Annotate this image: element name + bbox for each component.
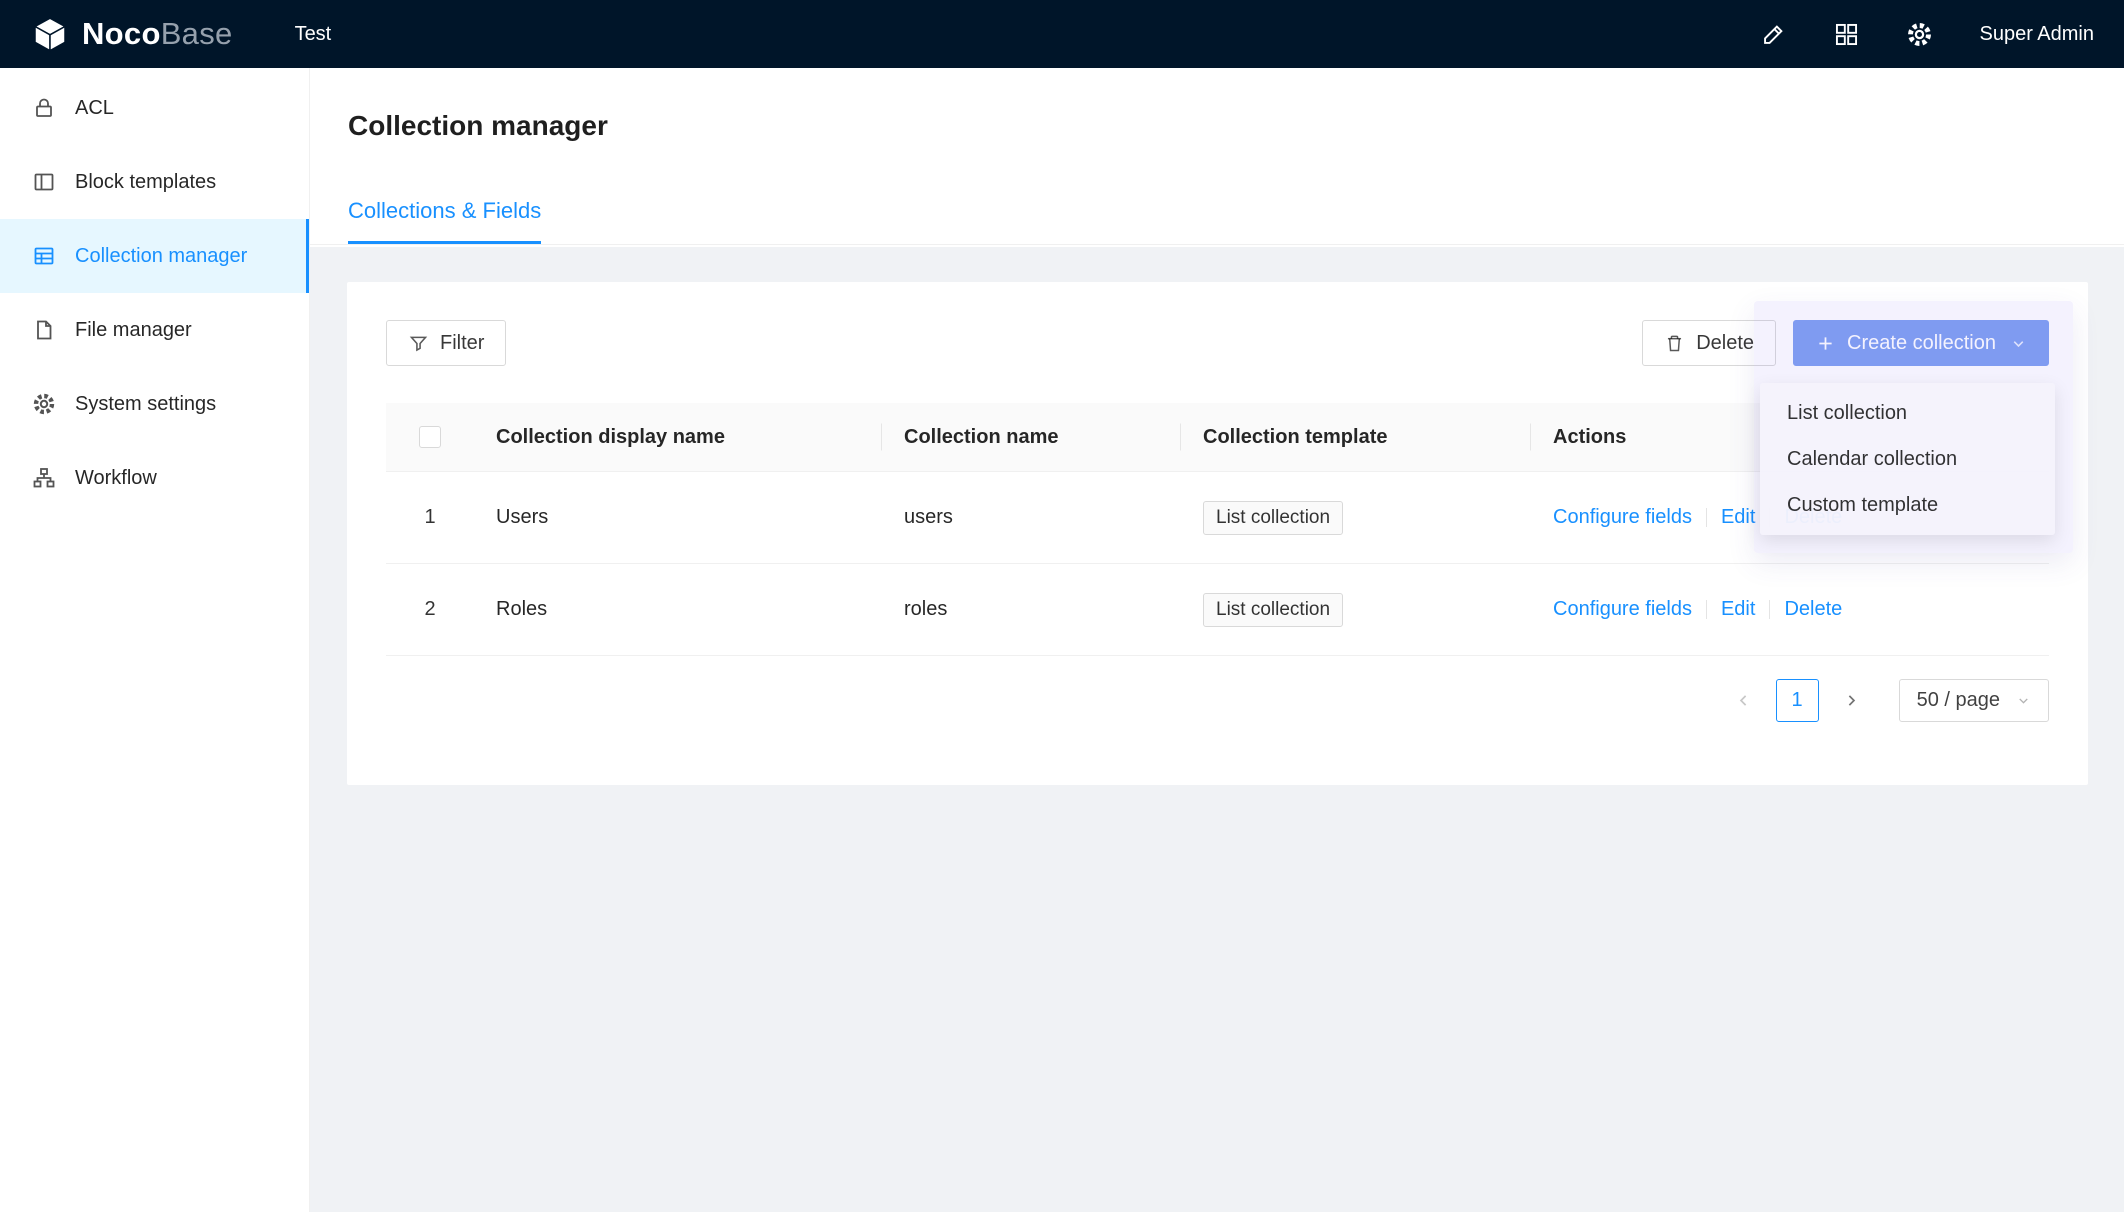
row-index: 2 <box>424 598 435 621</box>
toolbar-right: Delete Create collection <box>1642 320 2049 366</box>
sidebar-item-label: File manager <box>75 319 192 342</box>
edit-link[interactable]: Edit <box>1721 598 1755 621</box>
delete-button-label: Delete <box>1696 332 1754 355</box>
table-icon <box>32 244 56 268</box>
template-tag: List collection <box>1203 501 1343 535</box>
grid-icon[interactable] <box>1833 21 1860 48</box>
delete-link[interactable]: Delete <box>1784 598 1842 621</box>
menu-item-custom-template[interactable]: Custom template <box>1760 482 2055 528</box>
sidebar-item-acl[interactable]: ACL <box>0 71 309 145</box>
page-header: Collection manager <box>310 68 2124 142</box>
create-collection-button[interactable]: Create collection <box>1793 320 2049 366</box>
card-toolbar: Filter Delete <box>386 320 2049 366</box>
main-area: Collection manager Collections & Fields … <box>310 68 2124 1212</box>
delete-button[interactable]: Delete <box>1642 320 1776 366</box>
tab-bar: Collections & Fields <box>310 198 2124 245</box>
configure-fields-link[interactable]: Configure fields <box>1553 598 1692 621</box>
page-title: Collection manager <box>348 110 2086 142</box>
sidebar-item-system-settings[interactable]: System settings <box>0 367 309 441</box>
cell-name: roles <box>882 564 1181 655</box>
column-header-display-name: Collection display name <box>474 403 882 471</box>
cell-actions: Configure fields Edit Delete <box>1531 564 2049 655</box>
create-collection-label: Create collection <box>1847 332 1996 355</box>
row-index: 1 <box>424 506 435 529</box>
header-menu-test[interactable]: Test <box>295 23 332 46</box>
chevron-down-icon <box>2016 693 2031 708</box>
sidebar-item-block-templates[interactable]: Block templates <box>0 145 309 219</box>
trash-icon <box>1664 333 1685 354</box>
app-header: NocoBase Test Super Admin <box>0 0 2124 68</box>
create-collection-dropdown: List collection Calendar collection Cust… <box>1760 383 2055 535</box>
brand-name: NocoBase <box>82 16 233 52</box>
pagination-prev-button[interactable] <box>1722 679 1765 722</box>
page-size-value: 50 / page <box>1917 689 2000 712</box>
app-logo[interactable]: NocoBase <box>30 14 233 54</box>
page-size-select[interactable]: 50 / page <box>1899 679 2049 722</box>
sidebar-item-label: Collection manager <box>75 245 247 268</box>
plus-icon <box>1815 333 1836 354</box>
sidebar-item-label: Workflow <box>75 467 157 490</box>
sidebar-item-label: ACL <box>75 97 114 120</box>
column-header-name: Collection name <box>882 403 1181 471</box>
row-select-cell: 2 <box>386 564 474 655</box>
action-divider <box>1769 600 1770 619</box>
configure-fields-link[interactable]: Configure fields <box>1553 506 1692 529</box>
cell-template: List collection <box>1181 472 1531 563</box>
edit-link[interactable]: Edit <box>1721 506 1755 529</box>
header-right-tools: Super Admin <box>1760 21 2094 48</box>
template-tag: List collection <box>1203 593 1343 627</box>
sidebar-item-file-manager[interactable]: File manager <box>0 293 309 367</box>
action-divider <box>1706 600 1707 619</box>
sidebar-item-collection-manager[interactable]: Collection manager <box>0 219 309 293</box>
sidebar-item-label: System settings <box>75 393 216 416</box>
lock-icon <box>32 96 56 120</box>
select-all-checkbox[interactable] <box>419 426 441 448</box>
cell-name: users <box>882 472 1181 563</box>
table-row: 2 Roles roles List collection Configure … <box>386 564 2049 656</box>
tab-collections-fields[interactable]: Collections & Fields <box>348 198 541 244</box>
pagination-next-button[interactable] <box>1830 679 1873 722</box>
sidebar-item-workflow[interactable]: Workflow <box>0 441 309 515</box>
file-icon <box>32 318 56 342</box>
cell-display-name: Roles <box>474 564 882 655</box>
cell-display-name: Users <box>474 472 882 563</box>
pagination: 1 50 / page <box>386 679 2049 722</box>
cell-template: List collection <box>1181 564 1531 655</box>
filter-button-label: Filter <box>440 332 484 355</box>
gear-icon[interactable] <box>1906 21 1933 48</box>
chevron-left-icon <box>1735 692 1752 709</box>
chevron-down-icon <box>2010 335 2027 352</box>
cube-icon <box>30 14 70 54</box>
filter-button[interactable]: Filter <box>386 320 506 366</box>
menu-item-list-collection[interactable]: List collection <box>1760 390 2055 436</box>
layout-icon <box>32 170 56 194</box>
action-divider <box>1706 508 1707 527</box>
sidebar: ACL Block templates Collection manager F… <box>0 68 310 1212</box>
pen-icon[interactable] <box>1760 21 1787 48</box>
current-user[interactable]: Super Admin <box>1979 23 2094 46</box>
gear-icon <box>32 392 56 416</box>
workflow-icon <box>32 466 56 490</box>
select-all-cell <box>386 403 474 471</box>
row-select-cell: 1 <box>386 472 474 563</box>
sidebar-item-label: Block templates <box>75 171 216 194</box>
pagination-page-1[interactable]: 1 <box>1776 679 1819 722</box>
menu-item-calendar-collection[interactable]: Calendar collection <box>1760 436 2055 482</box>
filter-icon <box>408 333 429 354</box>
column-header-template: Collection template <box>1181 403 1531 471</box>
chevron-right-icon <box>1843 692 1860 709</box>
